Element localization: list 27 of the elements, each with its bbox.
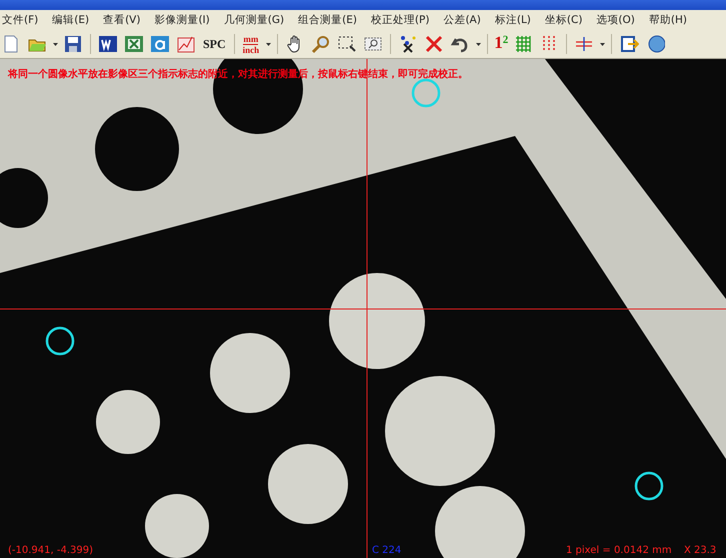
coordinates-text: (-10.941, -4.399) [8,545,93,556]
menu-item[interactable]: 编辑(E) [52,13,90,27]
document-w-icon[interactable] [97,33,119,55]
save-icon[interactable] [62,33,84,55]
caret-icon[interactable] [599,42,606,46]
menu-item[interactable]: 几何测量(G) [224,13,284,27]
caret-icon[interactable] [52,42,58,46]
scale-text: 1 pixel = 0.0142 mm [566,545,672,556]
menu-item[interactable]: 影像测量(I) [154,13,210,27]
menu-item[interactable]: 文件(F) [2,13,38,27]
spc-button[interactable]: SPC [201,33,228,55]
menu-item[interactable]: 校正处理(P) [370,13,430,27]
center-text: C 224 [372,545,402,556]
caret-icon[interactable] [475,42,482,46]
menu-item[interactable]: 选项(O) [596,13,635,27]
spreadsheet-icon[interactable] [123,33,145,55]
letter-a-icon[interactable] [149,33,171,55]
units-button[interactable]: mm inch [240,32,262,56]
menu-item[interactable]: 帮助(H) [648,13,687,27]
menu-item[interactable]: 公差(A) [443,13,481,27]
zoom-text: X 23.3 [684,545,716,556]
caret-icon[interactable] [265,42,272,46]
menu-item[interactable]: 标注(L) [494,13,531,27]
menu-item[interactable]: 坐标(C) [544,13,582,27]
menu-item[interactable]: 组合测量(E) [298,13,357,27]
menu-item[interactable]: 查看(V) [103,13,140,27]
exit-icon[interactable] [618,33,640,55]
